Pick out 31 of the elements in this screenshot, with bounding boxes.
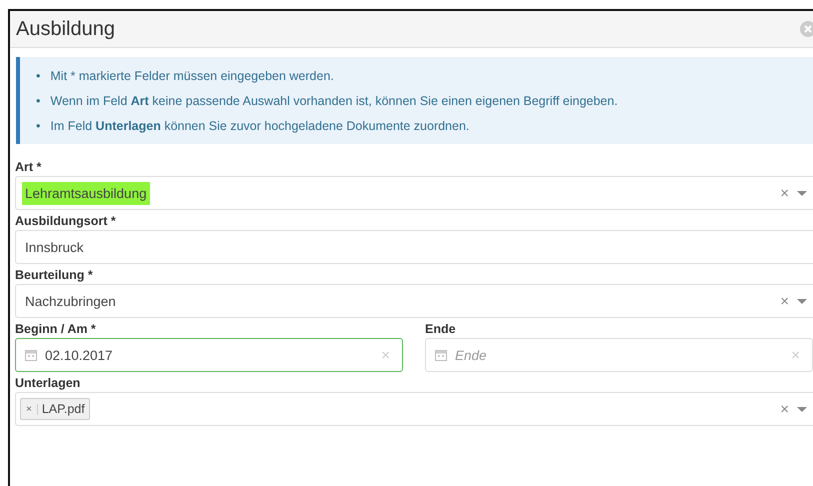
clear-icon[interactable]: × xyxy=(780,184,789,202)
calendar-icon xyxy=(25,349,37,361)
clear-icon[interactable]: × xyxy=(780,292,789,310)
info-text: Mit * markierte Felder müssen eingegeben werden. xyxy=(50,68,334,84)
tag-label: LAP.pdf xyxy=(40,402,86,416)
calendar-icon xyxy=(435,349,447,361)
caret-icon[interactable] xyxy=(797,190,807,196)
tags-field[interactable]: × LAP.pdf × xyxy=(15,392,813,426)
bullet: • xyxy=(36,68,40,84)
field-label: Ausbildungsort * xyxy=(15,213,117,230)
input-field[interactable]: Innsbruck xyxy=(15,230,813,264)
select-field[interactable]: Nachzubringen × xyxy=(15,284,813,318)
info-text: Im Feld Unterlagen können Sie zuvor hochgeladene Dokumente zuordnen. xyxy=(50,118,470,134)
caret-icon[interactable] xyxy=(797,298,807,304)
field-label: Beurteilung * xyxy=(15,267,94,284)
caret-icon[interactable] xyxy=(797,406,807,412)
select-field[interactable]: Lehramtsausbildung × xyxy=(15,176,813,210)
bullet: • xyxy=(36,92,40,108)
field-label: Unterlagen xyxy=(15,375,82,392)
dialog-title: Ausbildung xyxy=(16,18,115,40)
file-tag[interactable]: × LAP.pdf xyxy=(20,398,90,420)
field-label: Beginn / Am * xyxy=(15,321,97,338)
date-field[interactable]: Ende × xyxy=(425,338,813,372)
date-field[interactable]: 02.10.2017 × xyxy=(15,338,403,372)
info-text: Wenn im Feld Art keine passende Auswahl vorhanden ist, können Sie einen eigenen Begriff eingeben. xyxy=(50,92,618,108)
field-label: Ende xyxy=(425,321,457,338)
select-value: Nachzubringen xyxy=(25,294,116,308)
field-label: Art * xyxy=(15,159,42,176)
clear-icon[interactable]: × xyxy=(780,400,789,418)
select-value: Lehramtsausbildung xyxy=(22,182,150,204)
bullet: • xyxy=(36,118,40,134)
